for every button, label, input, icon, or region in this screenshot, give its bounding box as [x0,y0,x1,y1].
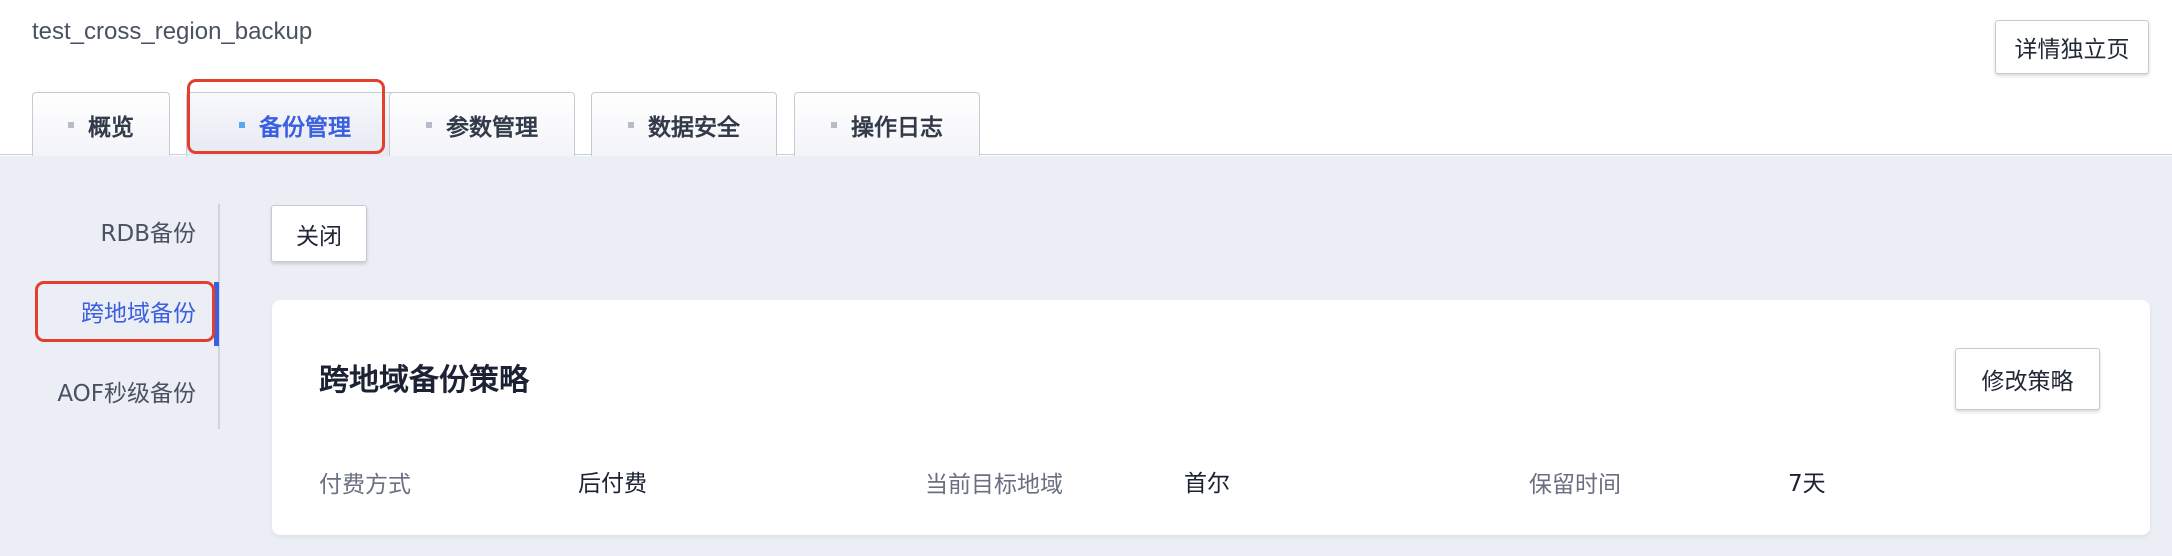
close-button[interactable]: 关闭 [271,205,367,262]
subnav-item-aof-backup[interactable]: AOF秒级备份 [57,374,196,408]
retention-time-value: 7天 [1788,471,1826,497]
tab-label: 操作日志 [851,114,943,141]
tab-label: 备份管理 [259,114,351,141]
tab-dot-icon [426,121,432,128]
billing-method-label: 付费方式 [319,472,411,498]
subnav-active-indicator [214,282,219,346]
target-region-label: 当前目标地域 [925,472,1063,498]
tab-label: 概览 [88,114,134,141]
tab-overview[interactable]: 概览 [32,92,170,156]
cross-region-policy-card: 跨地域备份策略 修改策略 付费方式 后付费 当前目标地域 首尔 保留时间 7天 [272,300,2150,535]
detail-page-button[interactable]: 详情独立页 [1995,20,2149,74]
content-area: RDB备份 跨地域备份 AOF秒级备份 关闭 跨地域备份策略 修改策略 付费方式… [0,156,2172,556]
card-title: 跨地域备份策略 [319,363,529,398]
subnav-item-cross-region-backup[interactable]: 跨地域备份 [81,294,196,328]
instance-name: test_cross_region_backup [32,18,313,45]
tab-label: 参数管理 [446,114,538,141]
tab-dot-icon [831,121,837,128]
backup-subnav: RDB备份 跨地域备份 AOF秒级备份 [0,204,220,429]
tab-parameter-management[interactable]: 参数管理 [389,92,575,156]
tab-dot-icon [628,121,634,128]
retention-time-label: 保留时间 [1529,472,1621,498]
subnav-item-rdb-backup[interactable]: RDB备份 [101,214,196,248]
tab-operation-log[interactable]: 操作日志 [794,92,980,156]
modify-policy-button[interactable]: 修改策略 [1955,348,2100,410]
tab-dot-icon [68,121,74,128]
target-region-value: 首尔 [1184,471,1230,497]
billing-method-value: 后付费 [578,471,647,497]
page-header: test_cross_region_backup 详情独立页 概览 备份管理 参… [0,0,2172,156]
tab-data-security[interactable]: 数据安全 [591,92,777,156]
tab-label: 数据安全 [648,114,740,141]
tab-dot-icon [239,121,245,128]
tab-backup-management[interactable]: 备份管理 [186,92,404,156]
